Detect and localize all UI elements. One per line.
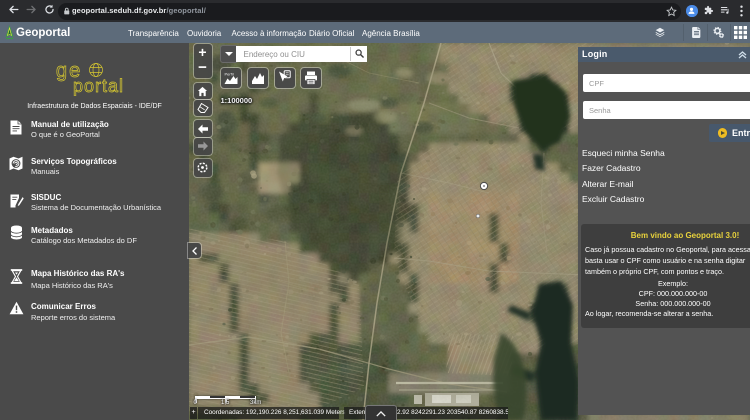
svg-text:Perfil: Perfil (224, 71, 233, 76)
svg-text:portal: portal (73, 76, 124, 96)
